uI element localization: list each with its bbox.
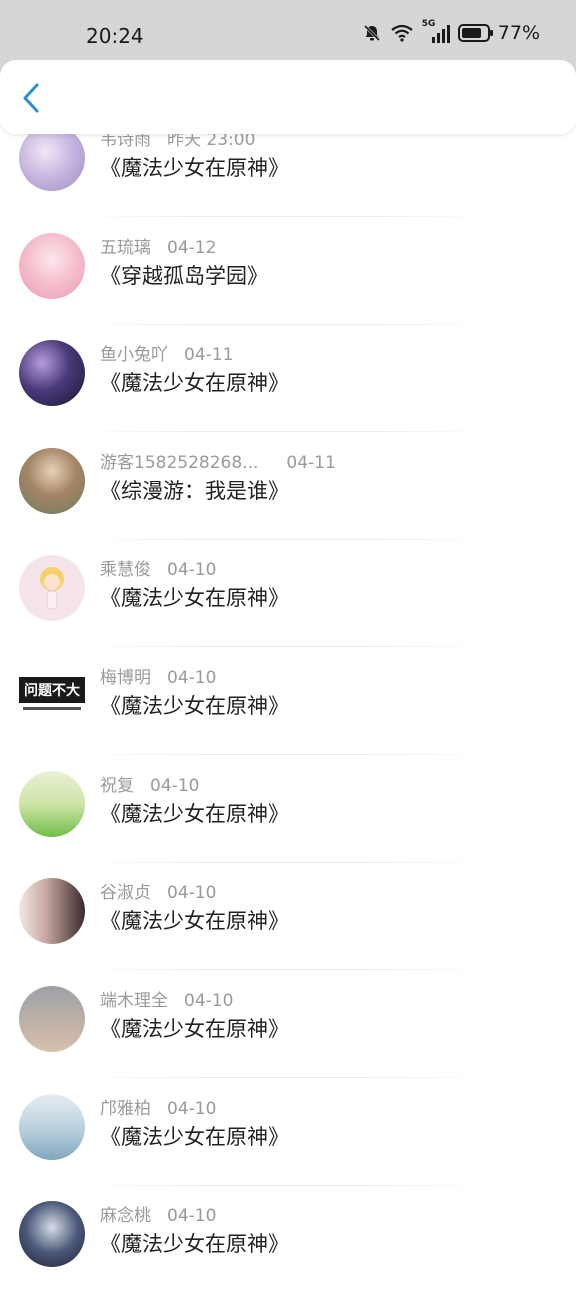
item-date: 04-11 <box>286 453 336 473</box>
book-title[interactable]: 《穿越孤岛学园》 <box>100 260 268 290</box>
divider <box>80 324 490 325</box>
item-meta: 游客1582528268... 04-11 <box>100 448 336 473</box>
top-app-bar <box>0 60 576 134</box>
book-title[interactable]: 《魔法少女在原神》 <box>100 1013 289 1043</box>
list-item[interactable]: 端木理全 04-10 《魔法少女在原神》 <box>0 979 576 1087</box>
item-date: 04-10 <box>167 883 217 903</box>
item-meta: 邝雅柏 04-10 <box>100 1094 216 1119</box>
item-date: 04-10 <box>150 776 200 796</box>
user-name: 谷淑贞 <box>100 883 151 903</box>
list-item[interactable]: 邝雅柏 04-10 《魔法少女在原神》 <box>0 1087 576 1195</box>
item-meta: 五琉璃 04-12 <box>100 233 216 258</box>
list-item[interactable]: 五琉璃 04-12 《穿越孤岛学园》 <box>0 226 576 334</box>
battery-percent: 77% <box>497 22 540 44</box>
signal-icon: 5G <box>422 19 450 43</box>
avatar[interactable] <box>19 448 85 514</box>
item-date: 04-11 <box>184 345 234 365</box>
book-title[interactable]: 《魔法少女在原神》 <box>100 690 289 720</box>
list-item[interactable]: 谷淑贞 04-10 《魔法少女在原神》 <box>0 871 576 979</box>
item-date: 04-10 <box>184 991 234 1011</box>
avatar[interactable] <box>19 1094 85 1160</box>
divider <box>80 862 490 863</box>
avatar-logo-text: 问题不大 <box>19 677 85 703</box>
book-title[interactable]: 《魔法少女在原神》 <box>100 798 289 828</box>
item-meta: 梅博明 04-10 <box>100 663 216 688</box>
book-title[interactable]: 《魔法少女在原神》 <box>100 367 289 397</box>
avatar[interactable] <box>19 125 85 191</box>
divider <box>80 969 490 970</box>
avatar[interactable]: 问题不大 <box>19 663 85 729</box>
user-name: 端木理全 <box>100 991 168 1011</box>
item-date: 04-12 <box>167 238 217 258</box>
user-name: 鱼小兔吖 <box>100 345 168 365</box>
avatar[interactable] <box>19 340 85 406</box>
avatar[interactable] <box>19 233 85 299</box>
girl-cartoon-icon <box>40 567 64 610</box>
item-meta: 鱼小兔吖 04-11 <box>100 340 233 365</box>
book-title[interactable]: 《魔法少女在原神》 <box>100 152 289 182</box>
battery-icon <box>457 24 493 42</box>
user-name: 五琉璃 <box>100 238 151 258</box>
user-name: 邝雅柏 <box>100 1099 151 1119</box>
book-title[interactable]: 《魔法少女在原神》 <box>100 1228 289 1258</box>
list-item[interactable]: 祝复 04-10 《魔法少女在原神》 <box>0 764 576 872</box>
item-meta: 祝复 04-10 <box>100 771 199 796</box>
book-title[interactable]: 《魔法少女在原神》 <box>100 905 289 935</box>
back-button[interactable] <box>14 78 50 118</box>
item-meta: 谷淑贞 04-10 <box>100 878 216 903</box>
user-name: 麻念桃 <box>100 1206 151 1226</box>
avatar[interactable] <box>19 771 85 837</box>
item-date: 04-10 <box>167 560 217 580</box>
avatar[interactable] <box>19 555 85 621</box>
user-name: 祝复 <box>100 776 134 796</box>
list-item[interactable]: 鱼小兔吖 04-11 《魔法少女在原神》 <box>0 333 576 441</box>
status-time: 20:24 <box>86 24 144 48</box>
divider <box>80 646 490 647</box>
divider <box>80 1077 490 1078</box>
avatar[interactable] <box>19 1201 85 1267</box>
status-icons: 5G 77% <box>362 19 540 44</box>
item-date: 04-10 <box>167 1206 217 1226</box>
divider <box>80 539 490 540</box>
divider <box>80 431 490 432</box>
avatar-caption-mark <box>23 707 81 710</box>
network-type: 5G <box>421 19 436 29</box>
list-item[interactable]: 问题不大 梅博明 04-10 《魔法少女在原神》 <box>0 656 576 764</box>
divider <box>80 216 490 217</box>
chevron-left-icon <box>23 83 39 113</box>
user-name: 游客1582528268... <box>100 453 259 473</box>
user-name: 乘慧俊 <box>100 560 151 580</box>
list-item[interactable]: 麻念桃 04-10 《魔法少女在原神》 <box>0 1194 576 1302</box>
list-item[interactable]: 游客1582528268... 04-11 《综漫游：我是谁》 <box>0 441 576 549</box>
divider <box>80 754 490 755</box>
user-name: 梅博明 <box>100 668 151 688</box>
item-date: 04-10 <box>167 668 217 688</box>
item-meta: 麻念桃 04-10 <box>100 1201 216 1226</box>
item-meta: 端木理全 04-10 <box>100 986 233 1011</box>
bell-muted-icon <box>363 24 380 42</box>
book-title[interactable]: 《综漫游：我是谁》 <box>100 475 289 505</box>
list-item[interactable]: 韦诗雨 昨天 23:00 《魔法少女在原神》 <box>0 118 576 226</box>
book-title[interactable]: 《魔法少女在原神》 <box>100 1121 289 1151</box>
wifi-icon <box>391 24 413 42</box>
list-item[interactable]: 乘慧俊 04-10 《魔法少女在原神》 <box>0 548 576 656</box>
book-title[interactable]: 《魔法少女在原神》 <box>100 582 289 612</box>
avatar[interactable] <box>19 986 85 1052</box>
item-date: 04-10 <box>167 1099 217 1119</box>
avatar[interactable] <box>19 878 85 944</box>
divider <box>80 1185 490 1186</box>
item-meta: 乘慧俊 04-10 <box>100 555 216 580</box>
